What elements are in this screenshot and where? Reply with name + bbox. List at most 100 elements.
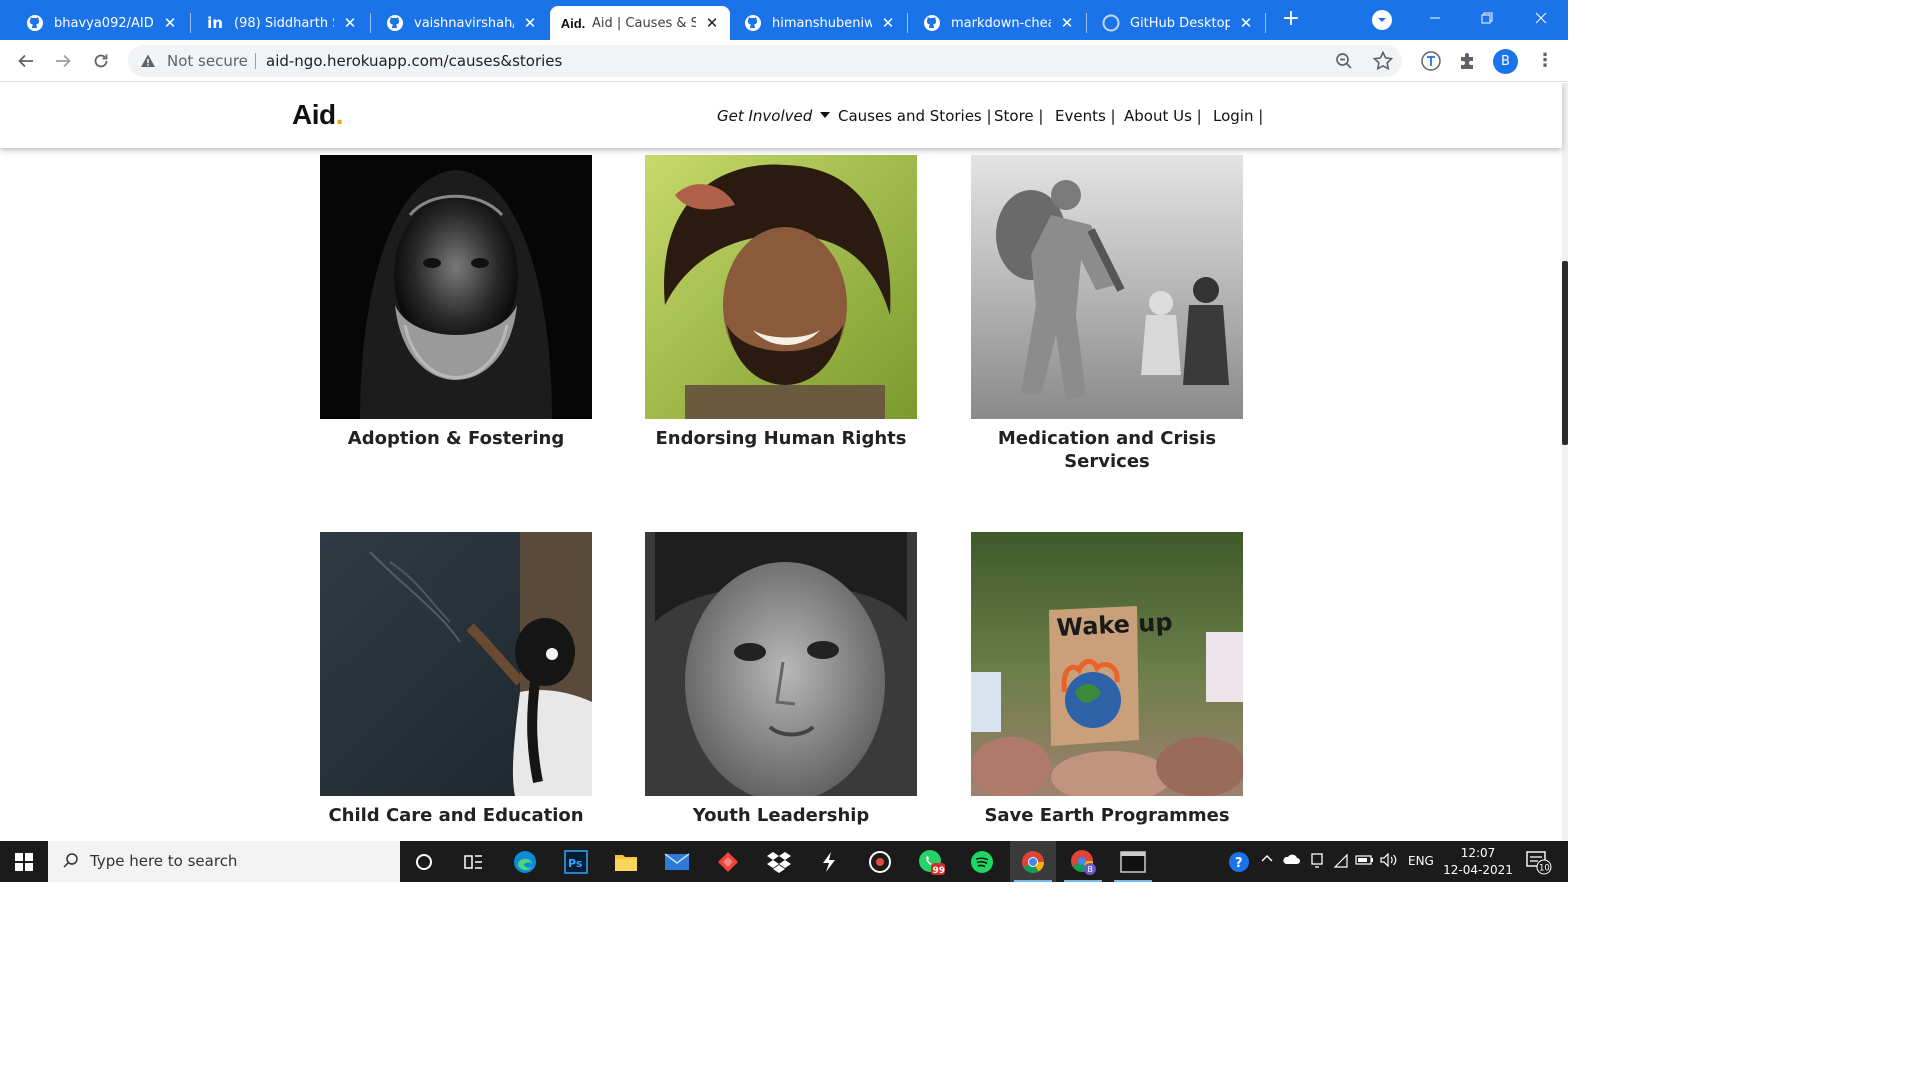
tab-title: vaishnavirshah/Fa xyxy=(414,15,514,31)
warning-icon[interactable] xyxy=(140,53,156,73)
terminal-icon[interactable] xyxy=(1110,841,1156,882)
battery-icon[interactable] xyxy=(1355,853,1375,870)
caret-down-icon xyxy=(820,112,831,118)
minimize-icon xyxy=(1430,17,1440,19)
card-title[interactable]: Endorsing Human Rights xyxy=(645,427,917,450)
whatsapp-icon[interactable]: 99 xyxy=(908,841,954,882)
tab-separator xyxy=(190,13,191,33)
card-title[interactable]: Youth Leadership xyxy=(645,804,917,827)
forward-button[interactable] xyxy=(50,48,76,74)
site-logo[interactable]: Aid. xyxy=(292,99,343,131)
edge-icon[interactable] xyxy=(502,841,548,882)
chrome-icon[interactable] xyxy=(1010,841,1056,882)
volume-icon[interactable] xyxy=(1380,852,1398,870)
security-status[interactable]: Not secure xyxy=(167,52,248,70)
card-title[interactable]: Adoption & Fostering xyxy=(320,427,592,450)
elderly-bearded-man-photo[interactable] xyxy=(320,155,592,419)
tab-6[interactable]: markdown-cheats ✕ xyxy=(909,6,1085,40)
github-icon xyxy=(386,14,404,32)
site-header: Aid. Get Involved Causes and Stories | S… xyxy=(0,83,1562,148)
logo-text: Aid xyxy=(292,99,336,130)
nav-causes-and-stories[interactable]: Causes and Stories | xyxy=(838,107,992,125)
restore-button[interactable] xyxy=(1462,0,1512,36)
new-tab-button[interactable]: + xyxy=(1278,8,1304,32)
tab-4-active[interactable]: Aid. Aid | Causes & Sto ✕ xyxy=(550,6,730,40)
file-explorer-icon[interactable] xyxy=(603,841,649,882)
photoshop-icon[interactable]: Ps xyxy=(553,841,599,882)
nav-events[interactable]: Events | xyxy=(1055,107,1116,125)
spotify-icon[interactable] xyxy=(959,841,1005,882)
smiling-man-photo[interactable] xyxy=(645,155,917,419)
nav-get-involved[interactable]: Get Involved xyxy=(717,107,831,125)
language-indicator[interactable]: ENG xyxy=(1408,854,1434,868)
notification-count: 10 xyxy=(1539,864,1550,874)
cortana-icon[interactable] xyxy=(401,841,447,882)
notification-center-icon[interactable]: 10 xyxy=(1526,849,1552,878)
close-icon[interactable]: ✕ xyxy=(1238,14,1254,32)
tab-search-button[interactable] xyxy=(1372,10,1392,30)
close-icon[interactable]: ✕ xyxy=(880,14,896,32)
app-bolt-icon[interactable] xyxy=(806,841,852,882)
start-button[interactable] xyxy=(0,841,48,882)
chevron-down-icon xyxy=(1378,18,1386,22)
clock[interactable]: 12:07 12-04-2021 xyxy=(1442,845,1514,879)
climate-protest-sign-photo[interactable]: Wake up xyxy=(971,532,1243,796)
taskbar-search-box[interactable]: Type here to search xyxy=(48,841,400,882)
url-text[interactable]: aid-ngo.herokuapp.com/causes&stories xyxy=(266,52,562,70)
tab-7[interactable]: GitHub Desktop | ✕ xyxy=(1088,6,1264,40)
extensions-puzzle-icon[interactable] xyxy=(1456,49,1480,73)
media-player-icon[interactable] xyxy=(857,841,903,882)
card-title[interactable]: Medication and Crisis Services xyxy=(971,427,1243,473)
close-icon[interactable]: ✕ xyxy=(522,14,538,32)
close-icon[interactable]: ✕ xyxy=(342,14,358,32)
minimize-button[interactable] xyxy=(1410,0,1460,36)
card-title[interactable]: Save Earth Programmes xyxy=(971,804,1243,827)
close-icon xyxy=(1535,12,1547,24)
young-girl-portrait-photo[interactable] xyxy=(645,532,917,796)
help-icon[interactable]: ? xyxy=(1227,850,1251,877)
onedrive-cloud-icon[interactable] xyxy=(1282,853,1300,868)
windows-logo-icon xyxy=(15,852,33,871)
chevron-up-icon[interactable] xyxy=(1261,853,1273,868)
tab-title: bhavya092/AID.-N xyxy=(54,15,154,31)
windows-taskbar: Type here to search Ps 99 B ? ENG 12:07 … xyxy=(0,841,1568,882)
soldier-with-children-photo[interactable] xyxy=(971,155,1243,419)
close-icon[interactable]: ✕ xyxy=(1059,14,1075,32)
profile-avatar[interactable]: B xyxy=(1493,49,1518,74)
close-icon[interactable]: ✕ xyxy=(162,14,178,32)
restore-icon xyxy=(1481,12,1493,24)
mail-icon[interactable] xyxy=(654,841,700,882)
browser-toolbar: Not secure aid-ngo.herokuapp.com/causes&… xyxy=(0,40,1568,82)
more-vertical-icon[interactable]: ⋮ xyxy=(1536,51,1554,71)
bookmark-star-icon[interactable] xyxy=(1372,50,1394,76)
anydesk-icon[interactable] xyxy=(705,841,751,882)
tab-2[interactable]: in (98) Siddharth Sha ✕ xyxy=(192,6,368,40)
address-bar[interactable]: Not secure aid-ngo.herokuapp.com/causes&… xyxy=(128,45,1402,77)
nav-store[interactable]: Store | xyxy=(994,107,1043,125)
translate-extension-icon[interactable] xyxy=(1419,49,1443,73)
girl-writing-on-blackboard-photo[interactable] xyxy=(320,532,592,796)
window-close-button[interactable] xyxy=(1516,0,1566,36)
tab-1[interactable]: bhavya092/AID.-N ✕ xyxy=(12,6,188,40)
back-button[interactable] xyxy=(13,48,39,74)
nav-about-us[interactable]: About Us | xyxy=(1124,107,1202,125)
card-title[interactable]: Child Care and Education xyxy=(320,804,592,827)
svg-text:?: ? xyxy=(1235,856,1243,871)
chrome-profile-icon[interactable]: B xyxy=(1060,841,1106,882)
reload-icon xyxy=(94,54,108,68)
zoom-icon[interactable] xyxy=(1334,51,1354,75)
tab-3[interactable]: vaishnavirshah/Fa ✕ xyxy=(372,6,548,40)
wifi-icon[interactable] xyxy=(1333,853,1349,872)
browser-tab-strip: bhavya092/AID.-N ✕ in (98) Siddharth Sha… xyxy=(0,0,1568,40)
github-icon xyxy=(26,14,44,32)
tab-5[interactable]: himanshubeniwal/ ✕ xyxy=(730,6,906,40)
scrollbar-thumb[interactable] xyxy=(1562,261,1568,445)
nav-login[interactable]: Login | xyxy=(1213,107,1263,125)
device-icon[interactable] xyxy=(1309,853,1325,872)
dropbox-icon[interactable] xyxy=(756,841,802,882)
close-icon[interactable]: ✕ xyxy=(704,14,720,32)
scrollbar-track[interactable] xyxy=(1562,83,1568,841)
task-view-icon[interactable] xyxy=(451,841,497,882)
tab-title: GitHub Desktop | xyxy=(1130,15,1230,31)
reload-button[interactable] xyxy=(88,48,114,74)
